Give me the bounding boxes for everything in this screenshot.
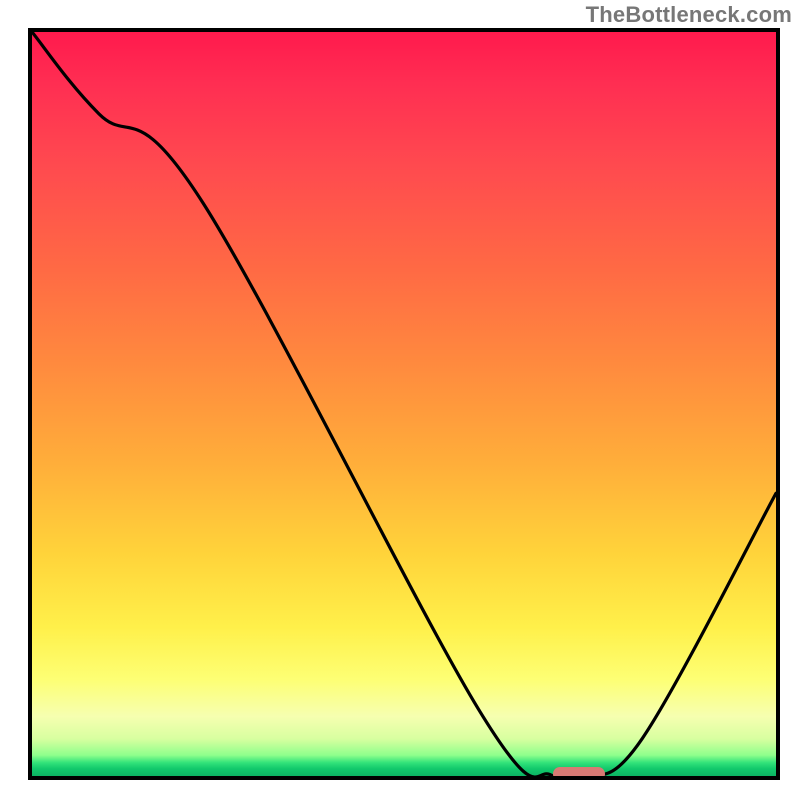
chart-container: TheBottleneck.com (0, 0, 800, 800)
bottleneck-curve (32, 32, 776, 776)
watermark-text: TheBottleneck.com (586, 2, 792, 28)
plot-area (28, 28, 780, 780)
optimal-range-marker (553, 767, 605, 780)
